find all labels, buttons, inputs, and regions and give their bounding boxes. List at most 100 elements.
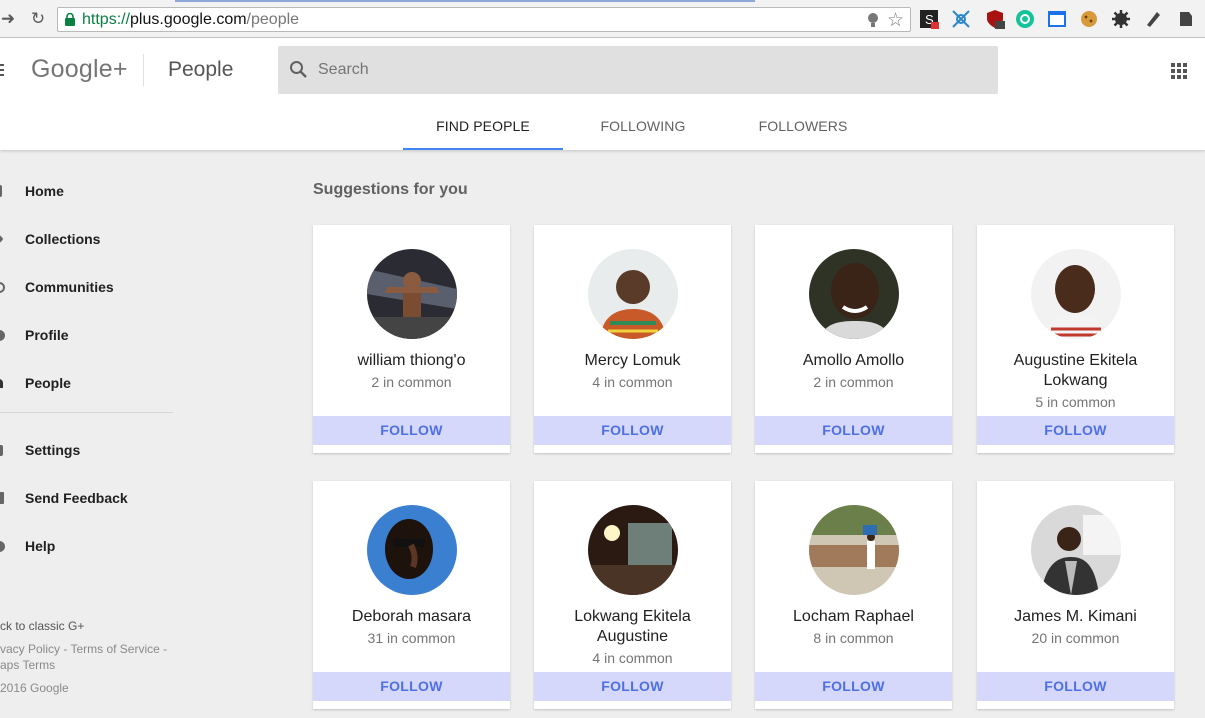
sidebar-item-label: Home [25, 183, 64, 199]
person-card: william thiong'o 2 in common FOLLOW [313, 225, 510, 453]
person-card: James M. Kimani 20 in common FOLLOW [977, 481, 1174, 709]
ublock-icon[interactable] [985, 9, 1005, 29]
header-divider [143, 54, 144, 86]
copyright: 2016 Google [0, 681, 69, 695]
follow-button[interactable]: FOLLOW [977, 672, 1174, 701]
sidebar-item-label: Profile [25, 327, 69, 343]
mutual-count: 5 in common [1035, 394, 1116, 410]
sidebar-item-label: People [25, 375, 71, 391]
reload-icon[interactable]: ↻ [28, 9, 48, 29]
feedback-icon [0, 492, 4, 504]
sidebar-item-label: Send Feedback [25, 490, 128, 506]
mutual-count: 2 in common [371, 374, 452, 390]
people-tabs: FIND PEOPLE FOLLOWING FOLLOWERS [403, 108, 883, 150]
follow-button[interactable]: FOLLOW [313, 672, 510, 701]
network-extension-icon[interactable] [951, 9, 971, 29]
page-title: People [168, 58, 234, 81]
help-icon [0, 540, 5, 552]
person-card: Deborah masara 31 in common FOLLOW [313, 481, 510, 709]
google-plus-logo[interactable]: Google+ [31, 55, 128, 84]
sidebar-item-home[interactable]: Home [0, 167, 180, 215]
avatar[interactable] [1031, 249, 1121, 339]
avatar[interactable] [367, 505, 457, 595]
sidebar-item-help[interactable]: Help [0, 522, 180, 570]
avatar[interactable] [809, 505, 899, 595]
person-name[interactable]: Augustine Ekitela Lokwang [985, 351, 1166, 391]
person-card: Amollo Amollo 2 in common FOLLOW [755, 225, 952, 453]
browser-toolbar: ➜ ↻ https://plus.google.com/people ☆ S [0, 0, 1205, 38]
grammarly-icon[interactable] [1015, 9, 1035, 29]
sidebar: Home Collections Communities Profile Peo… [0, 150, 190, 718]
people-icon [0, 378, 3, 388]
mutual-count: 8 in common [813, 630, 894, 646]
extension-s-icon[interactable]: S [919, 9, 939, 29]
sidebar-item-collections[interactable]: Collections [0, 215, 180, 263]
cookie-icon[interactable] [1079, 9, 1099, 29]
settings-icon [0, 444, 3, 456]
person-name[interactable]: Mercy Lomuk [542, 351, 723, 371]
bookmark-star-icon[interactable]: ☆ [887, 9, 904, 32]
apps-grid-icon[interactable] [1171, 63, 1187, 79]
profile-icon [0, 329, 5, 341]
lightbulb-icon[interactable] [866, 12, 880, 28]
sidebar-item-profile[interactable]: Profile [0, 311, 180, 359]
person-card: Locham Raphael 8 in common FOLLOW [755, 481, 952, 709]
mutual-count: 20 in common [1031, 630, 1120, 646]
person-card: Augustine Ekitela Lokwang 5 in common FO… [977, 225, 1174, 453]
footer-links-maps[interactable]: aps Terms [0, 658, 55, 672]
sidebar-item-people[interactable]: People [0, 359, 180, 407]
search-input[interactable] [318, 58, 968, 82]
window-extension-icon[interactable] [1047, 9, 1067, 29]
person-card: Lokwang Ekitela Augustine 4 in common FO… [534, 481, 731, 709]
sidebar-item-settings[interactable]: Settings [0, 426, 180, 474]
back-to-classic-link[interactable]: ck to classic G+ [0, 619, 84, 633]
follow-button[interactable]: FOLLOW [755, 416, 952, 445]
mutual-count: 31 in common [367, 630, 456, 646]
sidebar-item-communities[interactable]: Communities [0, 263, 180, 311]
sidebar-item-label: Settings [25, 442, 81, 458]
person-name[interactable]: william thiong'o [321, 351, 502, 371]
follow-button[interactable]: FOLLOW [755, 672, 952, 701]
avatar[interactable] [588, 505, 678, 595]
person-name[interactable]: Amollo Amollo [763, 351, 944, 371]
pen-extension-icon[interactable] [1143, 9, 1163, 29]
follow-button[interactable]: FOLLOW [313, 416, 510, 445]
person-name[interactable]: James M. Kimani [985, 607, 1166, 627]
sidebar-item-label: Collections [25, 231, 101, 247]
mutual-count: 2 in common [813, 374, 894, 390]
footer-links[interactable]: vacy Policy - Terms of Service - [0, 642, 167, 656]
avatar[interactable] [809, 249, 899, 339]
person-name[interactable]: Deborah masara [321, 607, 502, 627]
home-icon [0, 185, 2, 197]
mutual-count: 4 in common [592, 650, 673, 666]
follow-button[interactable]: FOLLOW [534, 672, 731, 701]
avatar[interactable] [367, 249, 457, 339]
evernote-icon[interactable] [1175, 9, 1195, 29]
tab-followers[interactable]: FOLLOWERS [723, 108, 883, 150]
person-name[interactable]: Locham Raphael [763, 607, 944, 627]
app-header: Google+ People FIND PEOPLE FOLLOWING FOL… [0, 38, 1205, 150]
sidebar-item-label: Communities [25, 279, 114, 295]
follow-button[interactable]: FOLLOW [977, 416, 1174, 445]
person-card: Mercy Lomuk 4 in common FOLLOW [534, 225, 731, 453]
follow-button[interactable]: FOLLOW [534, 416, 731, 445]
sidebar-item-label: Help [25, 538, 56, 554]
person-name[interactable]: Lokwang Ekitela Augustine [542, 607, 723, 647]
search-box[interactable] [278, 46, 998, 94]
forward-icon[interactable]: ➜ [0, 9, 18, 29]
sidebar-divider [0, 412, 173, 413]
communities-icon [0, 281, 5, 293]
sidebar-item-send-feedback[interactable]: Send Feedback [0, 474, 180, 522]
tab-following[interactable]: FOLLOWING [563, 108, 723, 150]
avatar[interactable] [1031, 505, 1121, 595]
mutual-count: 4 in common [592, 374, 673, 390]
menu-icon[interactable] [0, 64, 4, 79]
tab-find-people[interactable]: FIND PEOPLE [403, 108, 563, 150]
tab-strip-edge [175, 0, 755, 2]
collections-icon [0, 233, 4, 245]
suggestions-heading: Suggestions for you [313, 181, 468, 198]
gear-icon[interactable] [1111, 9, 1131, 29]
url-text: https://plus.google.com/people [82, 11, 300, 28]
avatar[interactable] [588, 249, 678, 339]
address-bar[interactable]: https://plus.google.com/people ☆ [57, 7, 911, 32]
